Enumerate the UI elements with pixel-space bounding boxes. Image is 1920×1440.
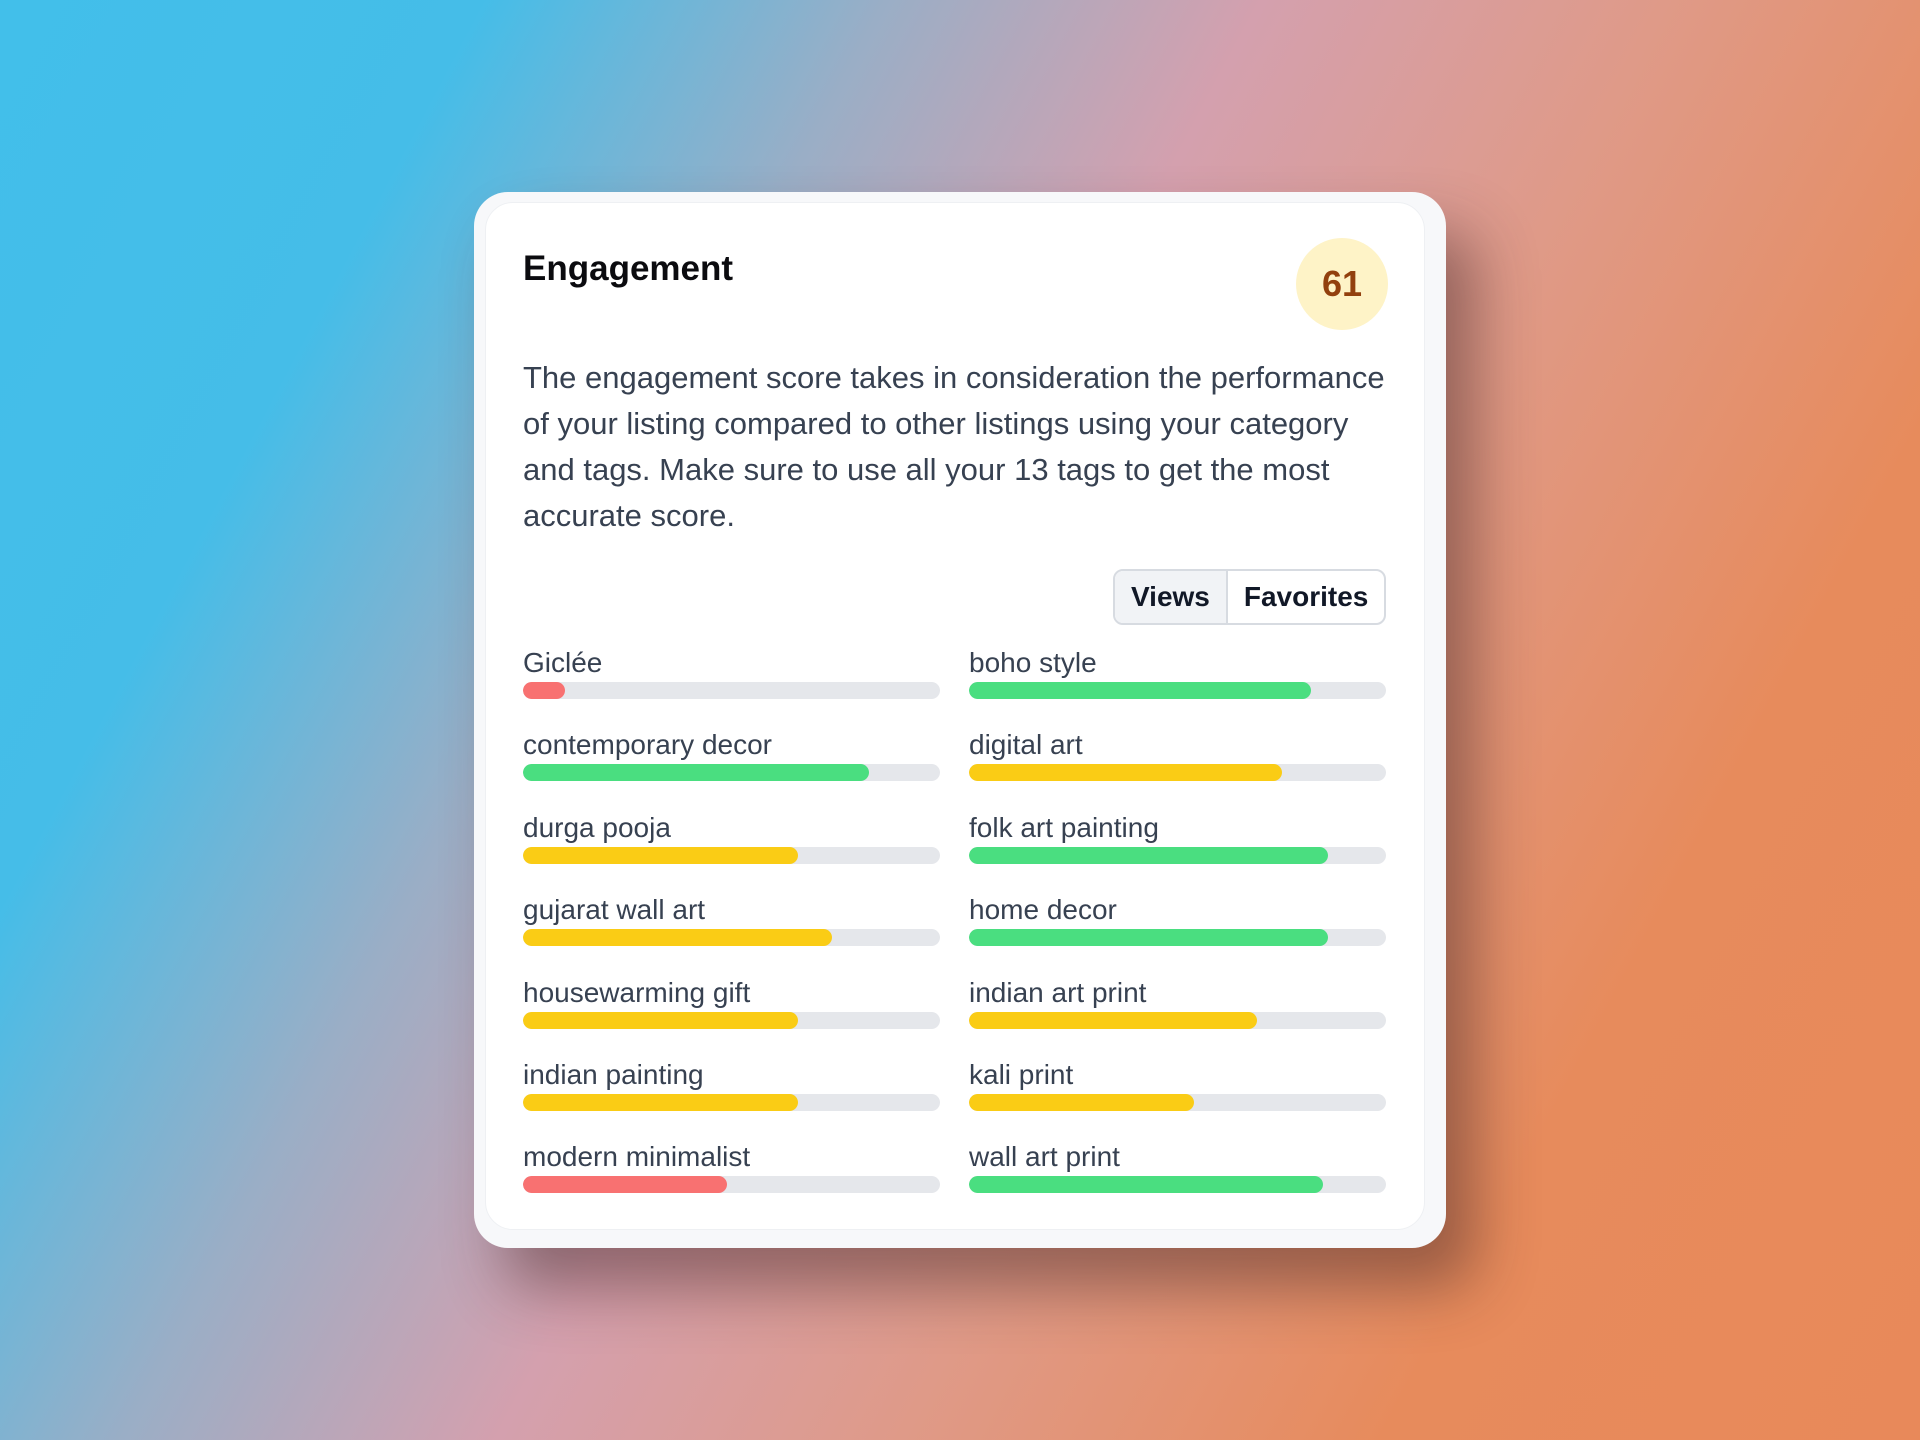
- metric-toggle: Views Favorites: [1113, 569, 1387, 625]
- tag-label: housewarming gift: [523, 976, 751, 1008]
- tag-progress-fill: [523, 682, 565, 699]
- tag-progress-fill: [523, 1176, 728, 1194]
- tag-row: gujarat wall art: [523, 890, 940, 972]
- tag-label: contemporary decor: [523, 729, 773, 761]
- tag-row: wall art print: [969, 1137, 1386, 1219]
- tag-progress-fill: [969, 764, 1282, 782]
- tag-progress-track: [523, 764, 940, 782]
- tag-row: kali print: [969, 1055, 1386, 1137]
- favorites-tab[interactable]: Favorites: [1228, 571, 1384, 623]
- tag-label: wall art print: [969, 1141, 1120, 1173]
- score-badge: 61: [1296, 238, 1388, 330]
- tag-progress-track: [969, 1011, 1386, 1029]
- tag-progress-fill: [969, 1011, 1257, 1029]
- tag-progress-fill: [969, 929, 1328, 947]
- tag-progress-track: [969, 929, 1386, 947]
- tag-label: folk art painting: [969, 811, 1159, 843]
- tag-row: folk art painting: [969, 808, 1386, 890]
- tag-progress-fill: [523, 1011, 799, 1029]
- tag-label: gujarat wall art: [523, 894, 706, 926]
- tag-progress-track: [969, 1176, 1386, 1194]
- description: The engagement score takes in considerat…: [523, 360, 1385, 533]
- tag-progress-fill: [523, 764, 870, 782]
- tag-progress-track: [523, 1176, 940, 1194]
- tag-progress-track: [523, 1011, 940, 1029]
- tag-row: indian art print: [969, 973, 1386, 1055]
- tag-row: durga pooja: [523, 808, 940, 890]
- engagement-card-frame: Engagement 61 The engagement score takes…: [474, 192, 1446, 1248]
- tag-row: home decor: [969, 890, 1386, 972]
- tag-label: durga pooja: [523, 811, 671, 843]
- tag-progress-track: [969, 764, 1386, 782]
- tag-label: digital art: [969, 729, 1083, 761]
- tag-progress-fill: [969, 682, 1311, 699]
- tag-progress-track: [969, 682, 1386, 699]
- engagement-card: Engagement 61 The engagement score takes…: [485, 202, 1425, 1230]
- tag-row: boho style: [969, 643, 1386, 725]
- tag-progress-track: [523, 846, 940, 864]
- tag-progress-fill: [523, 1093, 799, 1111]
- tag-progress-track: [523, 682, 940, 699]
- tag-progress-track: [969, 846, 1386, 864]
- tag-progress-fill: [523, 846, 799, 864]
- tag-progress-track: [969, 1093, 1386, 1111]
- tag-label: kali print: [969, 1058, 1074, 1090]
- tag-progress-track: [523, 929, 940, 947]
- tag-progress-fill: [969, 1093, 1195, 1111]
- tag-row: Giclée: [523, 643, 940, 725]
- tag-label: boho style: [969, 647, 1097, 678]
- tag-list: Giclée boho style contemporary decor digita…: [523, 643, 1386, 1220]
- tag-label: home decor: [969, 894, 1117, 926]
- tag-label: Giclée: [523, 647, 603, 678]
- tag-progress-fill: [969, 846, 1328, 864]
- tag-label: modern minimalist: [523, 1141, 751, 1173]
- tag-progress-track: [523, 1093, 940, 1111]
- card-title: Engagement: [523, 249, 734, 288]
- tag-row: contemporary decor: [523, 725, 940, 807]
- tag-label: indian art print: [969, 976, 1147, 1008]
- tag-row: indian painting: [523, 1055, 940, 1137]
- tag-row: digital art: [969, 725, 1386, 807]
- tag-label: indian painting: [523, 1058, 704, 1090]
- tag-row: housewarming gift: [523, 973, 940, 1055]
- views-tab[interactable]: Views: [1115, 571, 1228, 623]
- tag-progress-fill: [523, 929, 832, 947]
- tag-row: modern minimalist: [523, 1137, 940, 1219]
- tag-progress-fill: [969, 1176, 1324, 1194]
